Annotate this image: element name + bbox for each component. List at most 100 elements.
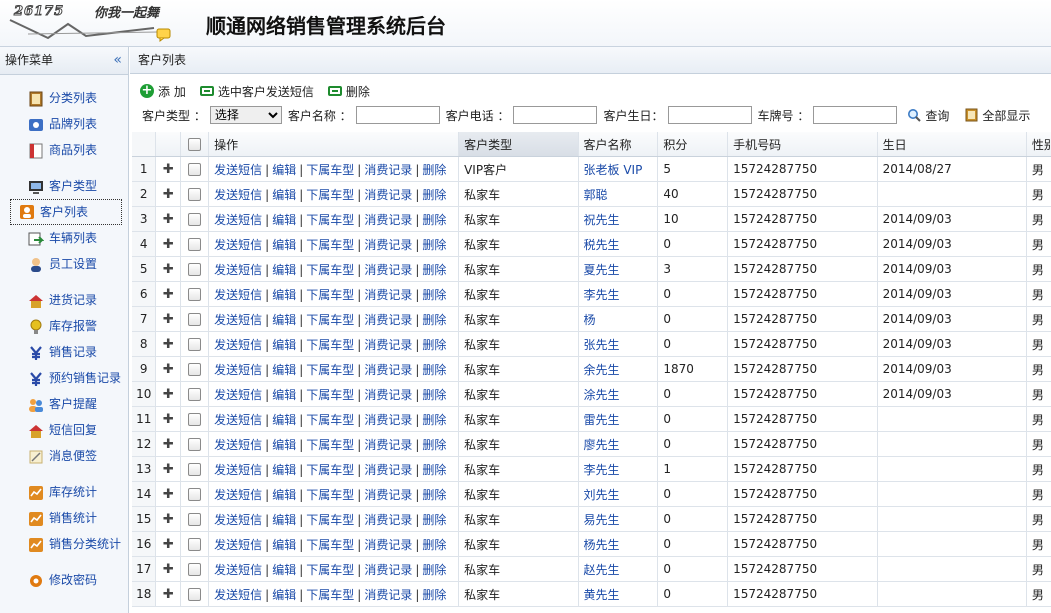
delete-link[interactable]: 删除 <box>422 388 446 402</box>
header-select-all[interactable] <box>180 132 210 157</box>
sub-vehicles-link[interactable]: 下属车型 <box>306 538 354 552</box>
sub-vehicles-link[interactable]: 下属车型 <box>306 338 354 352</box>
table-row[interactable]: 13 ✚ 发送短信 | 编辑 | 下属车型 | 消费记录 | 删除 私家车 李先生 1 1572428775… <box>132 456 1051 482</box>
row-checkbox[interactable] <box>188 388 202 401</box>
customer-name-link[interactable]: 廖先生 <box>584 438 620 452</box>
sub-vehicles-link[interactable]: 下属车型 <box>306 188 354 202</box>
row-select[interactable] <box>180 506 210 532</box>
row-expand[interactable]: ✚ <box>155 506 182 532</box>
expand-plus-icon[interactable]: ✚ <box>163 537 174 552</box>
customer-name-link[interactable]: 雷先生 <box>584 413 620 427</box>
sub-vehicles-link[interactable]: 下属车型 <box>306 288 354 302</box>
customer-name-link[interactable]: 郭聪 <box>584 188 608 202</box>
select-all-checkbox[interactable] <box>188 138 202 151</box>
expand-plus-icon[interactable]: ✚ <box>163 162 174 177</box>
expand-plus-icon[interactable]: ✚ <box>163 487 174 502</box>
row-checkbox[interactable] <box>188 238 202 251</box>
row-checkbox[interactable] <box>188 363 202 376</box>
table-row[interactable]: 8 ✚ 发送短信 | 编辑 | 下属车型 | 消费记录 | 删除 私家车 张先生 0 15724287750… <box>132 331 1051 357</box>
row-select[interactable] <box>180 531 210 557</box>
row-expand[interactable]: ✚ <box>155 456 182 482</box>
consumption-record-link[interactable]: 消费记录 <box>364 188 412 202</box>
sidebar-item[interactable]: 销售统计 <box>10 505 122 531</box>
delete-button[interactable]: 删除 <box>327 83 370 100</box>
row-checkbox[interactable] <box>188 513 202 526</box>
delete-link[interactable]: 删除 <box>422 463 446 477</box>
table-row[interactable]: 5 ✚ 发送短信 | 编辑 | 下属车型 | 消费记录 | 删除 私家车 夏先生 3 15724287750… <box>132 256 1051 282</box>
sidebar-item[interactable]: 库存统计 <box>10 479 122 505</box>
send-sms-link[interactable]: 发送短信 <box>214 238 262 252</box>
consumption-record-link[interactable]: 消费记录 <box>364 438 412 452</box>
delete-link[interactable]: 删除 <box>422 438 446 452</box>
sidebar-item[interactable]: 消息便签 <box>10 443 122 469</box>
send-sms-link[interactable]: 发送短信 <box>214 213 262 227</box>
row-select[interactable] <box>180 156 210 182</box>
show-all-button[interactable]: 全部显示 <box>965 107 1030 124</box>
header-birthday[interactable]: 生日 <box>877 132 1027 157</box>
edit-link[interactable]: 编辑 <box>272 513 296 527</box>
send-sms-link[interactable]: 发送短信 <box>214 363 262 377</box>
row-expand[interactable]: ✚ <box>155 481 182 507</box>
consumption-record-link[interactable]: 消费记录 <box>364 363 412 377</box>
table-row[interactable]: 6 ✚ 发送短信 | 编辑 | 下属车型 | 消费记录 | 删除 私家车 李先生 0 15724287750… <box>132 281 1051 307</box>
query-button[interactable]: 查询 <box>907 107 949 124</box>
row-expand[interactable]: ✚ <box>155 431 182 457</box>
delete-link[interactable]: 删除 <box>422 288 446 302</box>
customer-phone-input[interactable] <box>513 106 598 124</box>
row-checkbox[interactable] <box>188 413 202 426</box>
table-row[interactable]: 10 ✚ 发送短信 | 编辑 | 下属车型 | 消费记录 | 删除 私家车 涂先生 0 1572428775… <box>132 381 1051 407</box>
row-expand[interactable]: ✚ <box>155 256 182 282</box>
expand-plus-icon[interactable]: ✚ <box>163 237 174 252</box>
sub-vehicles-link[interactable]: 下属车型 <box>306 313 354 327</box>
send-sms-link[interactable]: 发送短信 <box>214 413 262 427</box>
table-row[interactable]: 2 ✚ 发送短信 | 编辑 | 下属车型 | 消费记录 | 删除 私家车 郭聪 40 15724287750… <box>132 181 1051 207</box>
expand-plus-icon[interactable]: ✚ <box>163 337 174 352</box>
consumption-record-link[interactable]: 消费记录 <box>364 238 412 252</box>
edit-link[interactable]: 编辑 <box>272 488 296 502</box>
delete-link[interactable]: 删除 <box>422 538 446 552</box>
sidebar-item[interactable]: 进货记录 <box>10 287 122 313</box>
edit-link[interactable]: 编辑 <box>272 438 296 452</box>
edit-link[interactable]: 编辑 <box>272 263 296 277</box>
sidebar-item[interactable]: 客户列表 <box>10 199 122 225</box>
sidebar-collapse-icon[interactable]: « <box>113 47 122 74</box>
header-points[interactable]: 积分 <box>657 132 729 157</box>
row-select[interactable] <box>180 406 210 432</box>
customer-name-link[interactable]: 赵先生 <box>584 563 620 577</box>
table-row[interactable]: 4 ✚ 发送短信 | 编辑 | 下属车型 | 消费记录 | 删除 私家车 税先生 0 15724287750… <box>132 231 1051 257</box>
expand-plus-icon[interactable]: ✚ <box>163 462 174 477</box>
send-sms-link[interactable]: 发送短信 <box>214 313 262 327</box>
customer-name-link[interactable]: 杨先生 <box>584 538 620 552</box>
consumption-record-link[interactable]: 消费记录 <box>364 513 412 527</box>
edit-link[interactable]: 编辑 <box>272 413 296 427</box>
sub-vehicles-link[interactable]: 下属车型 <box>306 438 354 452</box>
row-expand[interactable]: ✚ <box>155 381 182 407</box>
row-select[interactable] <box>180 256 210 282</box>
consumption-record-link[interactable]: 消费记录 <box>364 313 412 327</box>
row-checkbox[interactable] <box>188 563 202 576</box>
row-expand[interactable]: ✚ <box>155 156 182 182</box>
consumption-record-link[interactable]: 消费记录 <box>364 213 412 227</box>
row-checkbox[interactable] <box>188 488 202 501</box>
sidebar-item[interactable]: 客户提醒 <box>10 391 122 417</box>
customer-birthday-input[interactable] <box>667 106 752 124</box>
row-checkbox[interactable] <box>188 588 202 601</box>
expand-plus-icon[interactable]: ✚ <box>163 362 174 377</box>
edit-link[interactable]: 编辑 <box>272 538 296 552</box>
delete-link[interactable]: 删除 <box>422 563 446 577</box>
sidebar-item[interactable]: 短信回复 <box>10 417 122 443</box>
edit-link[interactable]: 编辑 <box>272 238 296 252</box>
consumption-record-link[interactable]: 消费记录 <box>364 413 412 427</box>
customer-name-link[interactable]: 祝先生 <box>584 213 620 227</box>
send-sms-link[interactable]: 发送短信 <box>214 538 262 552</box>
edit-link[interactable]: 编辑 <box>272 313 296 327</box>
send-sms-link[interactable]: 发送短信 <box>214 513 262 527</box>
consumption-record-link[interactable]: 消费记录 <box>364 288 412 302</box>
sidebar-item[interactable]: 分类列表 <box>10 85 122 111</box>
delete-link[interactable]: 删除 <box>422 263 446 277</box>
edit-link[interactable]: 编辑 <box>272 563 296 577</box>
consumption-record-link[interactable]: 消费记录 <box>364 263 412 277</box>
sub-vehicles-link[interactable]: 下属车型 <box>306 588 354 602</box>
table-row[interactable]: 3 ✚ 发送短信 | 编辑 | 下属车型 | 消费记录 | 删除 私家车 祝先生 10 1572428775… <box>132 206 1051 232</box>
delete-link[interactable]: 删除 <box>422 238 446 252</box>
